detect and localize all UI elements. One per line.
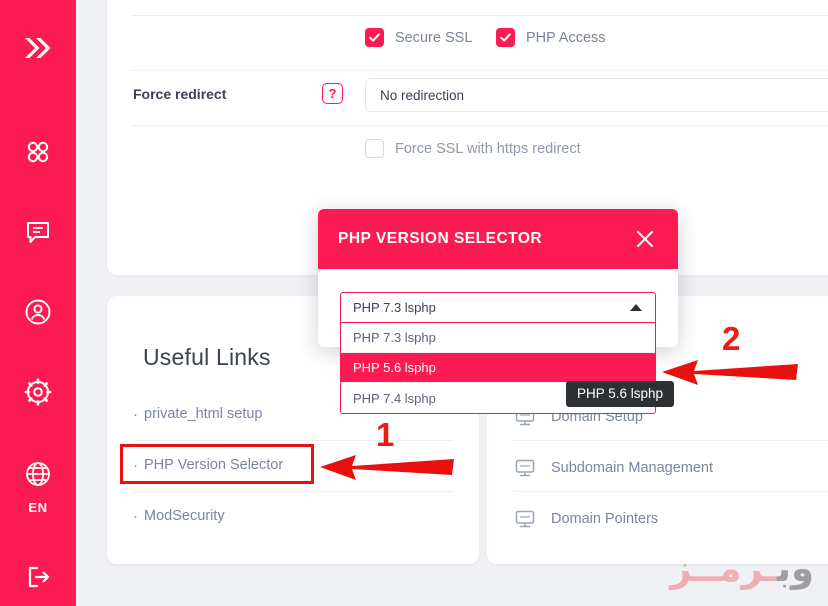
checkbox-php-access[interactable]: PHP Access (496, 28, 606, 47)
link-label: PHP Version Selector (144, 457, 284, 473)
check-icon (500, 33, 511, 42)
gear-icon (24, 378, 52, 406)
sidebar-item-messages[interactable] (19, 213, 57, 251)
chat-bubble-icon (27, 222, 49, 243)
force-redirect-select[interactable]: No redirection (365, 78, 828, 112)
sidebar-item-account[interactable] (19, 293, 57, 331)
dropdown-selected-value: PHP 7.3 lsphp (353, 300, 436, 315)
divider (131, 70, 828, 71)
dropdown-control[interactable]: PHP 7.3 lsphp (340, 292, 656, 323)
modal-header: PHP VERSION SELECTOR (318, 209, 678, 269)
chevron-up-icon (629, 300, 643, 315)
divider (513, 440, 828, 441)
divider (133, 491, 453, 492)
app-root: EN Secure SSL PHP Access Force redirect … (0, 0, 828, 606)
monitor-icon (513, 508, 537, 530)
watermark: وبـرمــز (670, 547, 814, 590)
dropdown-option-php56[interactable]: PHP 5.6 lsphp (341, 353, 655, 383)
check-icon (369, 33, 380, 42)
sidebar-language-label: EN (28, 500, 48, 515)
sidebar-item-logout[interactable] (19, 558, 57, 596)
divider (131, 125, 828, 126)
close-icon[interactable] (632, 226, 658, 252)
app-logo[interactable] (12, 22, 64, 74)
checkbox-label: PHP Access (526, 29, 606, 46)
divider (131, 15, 828, 16)
checkbox-box (365, 28, 384, 47)
link-private-html-setup[interactable]: · private_html setup (133, 406, 262, 422)
checkbox-box (365, 139, 384, 158)
annotation-number-2: 2 (722, 320, 741, 357)
divider (133, 440, 453, 441)
checkbox-force-ssl[interactable]: Force SSL with https redirect (365, 139, 581, 158)
bottom-strip (76, 598, 828, 606)
grid-apps-icon (27, 141, 49, 163)
sidebar: EN (0, 0, 76, 606)
divider (513, 491, 828, 492)
link-label: private_html setup (144, 406, 263, 422)
sidebar-item-apps[interactable] (19, 133, 57, 171)
monitor-icon (513, 457, 537, 479)
link-label: ModSecurity (144, 508, 225, 524)
menu-item-label: Subdomain Management (551, 460, 714, 476)
annotation-number-1: 1 (376, 416, 395, 453)
checkbox-label: Secure SSL (395, 29, 473, 46)
link-php-version-selector[interactable]: · PHP Version Selector (133, 457, 283, 473)
dropdown-tooltip: PHP 5.6 lsphp (566, 381, 675, 407)
link-modsecurity[interactable]: · ModSecurity (133, 508, 225, 524)
watermark-part-pink: ـرمــز (670, 547, 778, 590)
useful-links-title: Useful Links (143, 344, 271, 370)
sidebar-item-language[interactable] (19, 455, 57, 493)
watermark-part-gray: وب (777, 547, 814, 590)
bullet-icon: · (133, 507, 138, 525)
dropdown-option-php73[interactable]: PHP 7.3 lsphp (341, 323, 655, 353)
checkbox-secure-ssl[interactable]: Secure SSL (365, 28, 472, 47)
help-icon[interactable]: ? (322, 83, 343, 104)
checkbox-label: Force SSL with https redirect (395, 140, 581, 157)
bullet-icon: · (133, 405, 138, 423)
globe-icon (26, 462, 50, 486)
sidebar-item-settings[interactable] (19, 373, 57, 411)
modal-title: PHP VERSION SELECTOR (338, 230, 543, 247)
force-redirect-label: Force redirect (133, 86, 227, 102)
checkbox-box (496, 28, 515, 47)
logout-icon (28, 566, 50, 588)
menu-item-subdomain-management[interactable]: Subdomain Management (513, 457, 713, 479)
bullet-icon: · (133, 456, 138, 474)
user-circle-icon (25, 299, 51, 325)
menu-item-domain-pointers[interactable]: Domain Pointers (513, 508, 658, 530)
double-chevron-logo-icon (25, 38, 51, 58)
menu-item-label: Domain Pointers (551, 511, 659, 527)
